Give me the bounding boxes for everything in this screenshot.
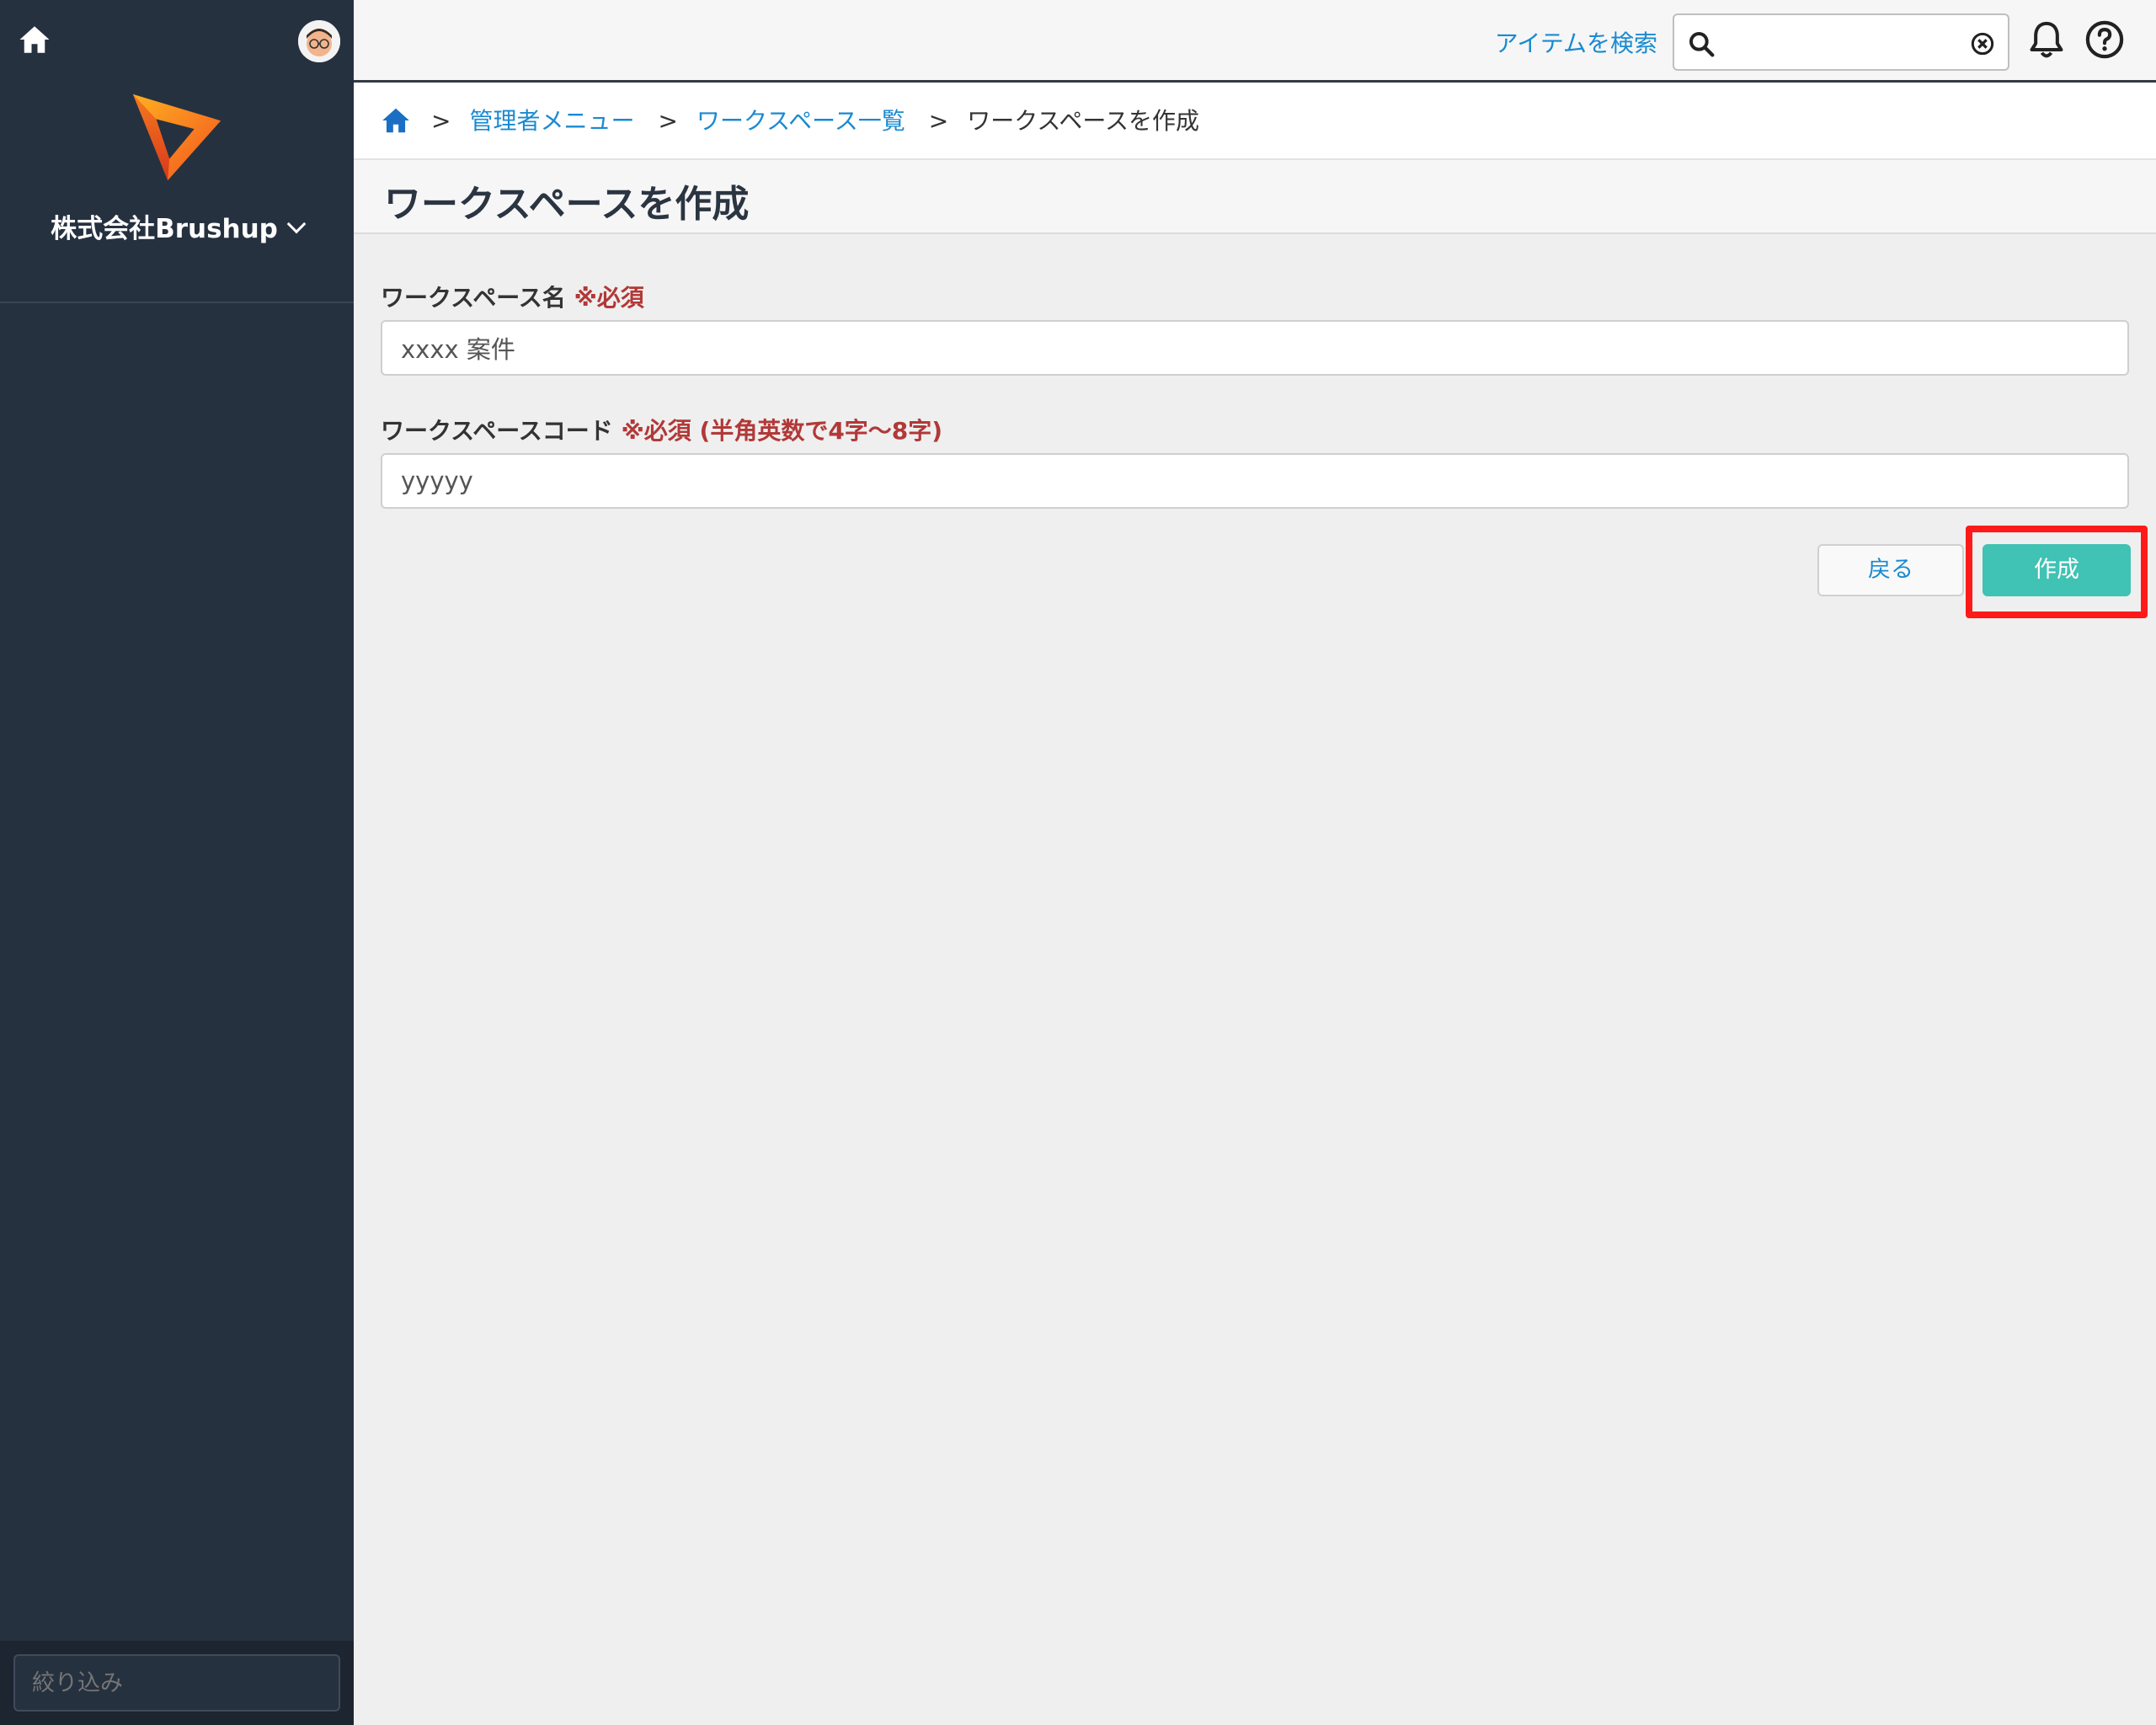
breadcrumb-admin-menu[interactable]: 管理者メニュー <box>469 107 634 135</box>
breadcrumb-separator: > <box>658 107 678 135</box>
breadcrumb-home-icon[interactable] <box>379 104 413 136</box>
company-selector[interactable]: 株式会社Brushup <box>0 207 354 245</box>
workspace-name-label-text: ワークスペース名 <box>381 284 566 312</box>
brushup-logo-icon <box>132 93 221 181</box>
workspace-name-input[interactable] <box>381 320 2129 376</box>
sidebar: 株式会社Brushup <box>0 0 354 1725</box>
bell-icon[interactable] <box>2028 20 2065 61</box>
home-icon[interactable] <box>17 22 52 57</box>
item-search-link[interactable]: アイテムを検索 <box>1495 25 1657 59</box>
topbar: アイテムを検索 <box>354 0 2156 83</box>
filter-input[interactable] <box>13 1654 340 1712</box>
page-title: ワークスペースを作成 <box>384 183 750 226</box>
workspace-code-label: ワークスペースコード ※必須 (半角英数で4字〜8字) <box>381 413 942 446</box>
search-input[interactable] <box>1725 22 1969 64</box>
required-mark: ※必須 (半角英数で4字〜8字) <box>621 417 943 445</box>
back-button[interactable]: 戻る <box>1817 544 1964 596</box>
breadcrumb-items: > 管理者メニュー > ワークスペース一覧 > ワークスペースを作成 <box>431 103 1199 136</box>
sidebar-divider <box>0 302 354 303</box>
breadcrumb-separator: > <box>431 107 451 135</box>
company-name: 株式会社Brushup <box>51 214 278 244</box>
sidebar-footer <box>0 1641 354 1725</box>
search-icon <box>1689 32 1715 57</box>
highlight-annotation <box>1966 526 2148 618</box>
search-box[interactable] <box>1673 13 2009 71</box>
breadcrumb-separator: > <box>928 107 949 135</box>
title-bar: ワークスペースを作成 <box>354 160 2156 234</box>
clear-search-icon[interactable] <box>1971 32 1994 56</box>
breadcrumb: > 管理者メニュー > ワークスペース一覧 > ワークスペースを作成 <box>354 83 2156 160</box>
required-mark: ※必須 <box>574 284 644 312</box>
user-avatar[interactable] <box>298 20 340 62</box>
breadcrumb-workspace-list[interactable]: ワークスペース一覧 <box>696 107 905 135</box>
help-icon[interactable] <box>2085 20 2124 59</box>
chevron-down-icon <box>286 214 307 234</box>
workspace-code-label-text: ワークスペースコード <box>381 417 613 445</box>
workspace-name-label: ワークスペース名 ※必須 <box>381 280 644 313</box>
breadcrumb-current: ワークスペースを作成 <box>967 107 1200 135</box>
workspace-code-input[interactable] <box>381 453 2129 509</box>
